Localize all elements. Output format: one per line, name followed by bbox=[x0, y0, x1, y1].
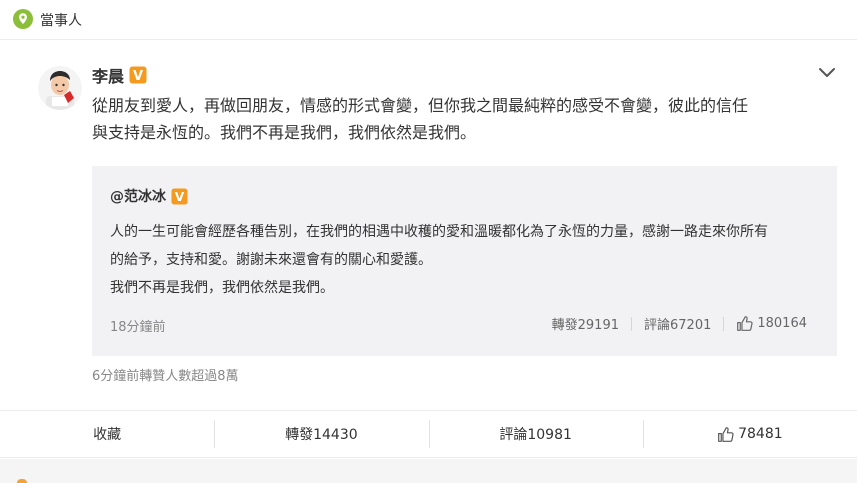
weibo-post: 李晨 V 從朋友到愛人，再做回朋友，情感的形式會變，但你我之間最純粹的感受不會變… bbox=[0, 40, 857, 410]
repost-like-count: 180164 bbox=[757, 316, 807, 331]
chevron-down-icon[interactable] bbox=[817, 66, 837, 80]
comment-button[interactable]: 評論10981 bbox=[428, 411, 643, 457]
next-post-edge bbox=[17, 479, 27, 483]
favorite-button[interactable]: 收藏 bbox=[0, 411, 214, 457]
views-note: 6分鐘前轉贊人數超過8萬 bbox=[92, 369, 239, 384]
repost-text-line: 我們不再是我們，我們依然是我們。 bbox=[110, 280, 334, 296]
section-title: 當事人 bbox=[40, 13, 82, 29]
author-name[interactable]: 李晨 bbox=[92, 63, 124, 87]
repost-author-row: @范冰冰 V bbox=[110, 186, 188, 206]
repost-text-line: 的給予，支持和愛。謝謝未來還會有的關心和愛護。 bbox=[110, 252, 432, 268]
like-count: 78481 bbox=[738, 426, 783, 442]
post-text-line: 與支持是永恆的。我們不再是我們，我們依然是我們。 bbox=[92, 123, 477, 142]
repost-text: 人的一生可能會經歷各種告別，在我們的相遇中收穫的愛和溫暖都化為了永恆的力量，感謝… bbox=[110, 218, 830, 302]
divider bbox=[723, 316, 725, 331]
svg-text:V: V bbox=[133, 69, 143, 84]
location-pin-icon bbox=[13, 9, 33, 29]
favorite-label: 收藏 bbox=[93, 427, 122, 443]
repost-like-button[interactable]: 180164 bbox=[736, 315, 807, 332]
repost-repost-count[interactable]: 轉發29191 bbox=[552, 314, 619, 333]
repost-timestamp[interactable]: 18分鐘前 bbox=[110, 316, 166, 335]
post-action-bar: 收藏 轉發14430 評論10981 78481 bbox=[0, 410, 857, 458]
post-text-line: 從朋友到愛人，再做回朋友，情感的形式會變，但你我之間最純粹的感受不會變，彼此的信… bbox=[92, 96, 749, 115]
repost-card[interactable]: @范冰冰 V 人的一生可能會經歷各種告別，在我們的相遇中收穫的愛和溫暖都化為了永… bbox=[92, 166, 837, 356]
repost-button[interactable]: 轉發14430 bbox=[214, 411, 428, 457]
avatar[interactable] bbox=[38, 66, 82, 110]
comment-label: 評論10981 bbox=[499, 427, 572, 443]
next-post-strip bbox=[0, 459, 857, 483]
repost-text-line: 人的一生可能會經歷各種告別，在我們的相遇中收穫的愛和溫暖都化為了永恆的力量，感謝… bbox=[110, 224, 768, 240]
divider bbox=[631, 316, 632, 331]
verified-badge-icon: V bbox=[171, 187, 188, 205]
thumbs-up-icon bbox=[737, 316, 753, 331]
like-button[interactable]: 78481 bbox=[642, 411, 857, 457]
repost-actions: 轉發29191 評論67201 180164 bbox=[552, 314, 807, 333]
top-bar: 當事人 bbox=[0, 0, 857, 40]
repost-comment-count[interactable]: 評論67201 bbox=[644, 314, 711, 333]
author-row: 李晨 V bbox=[92, 64, 147, 86]
repost-label: 轉發14430 bbox=[285, 427, 358, 443]
repost-author-name[interactable]: @范冰冰 bbox=[110, 186, 166, 206]
verified-badge-icon: V bbox=[129, 66, 147, 84]
thumbs-up-icon bbox=[718, 426, 734, 442]
post-text: 從朋友到愛人，再做回朋友，情感的形式會變，但你我之間最純粹的感受不會變，彼此的信… bbox=[92, 92, 832, 146]
svg-text:V: V bbox=[175, 190, 185, 204]
